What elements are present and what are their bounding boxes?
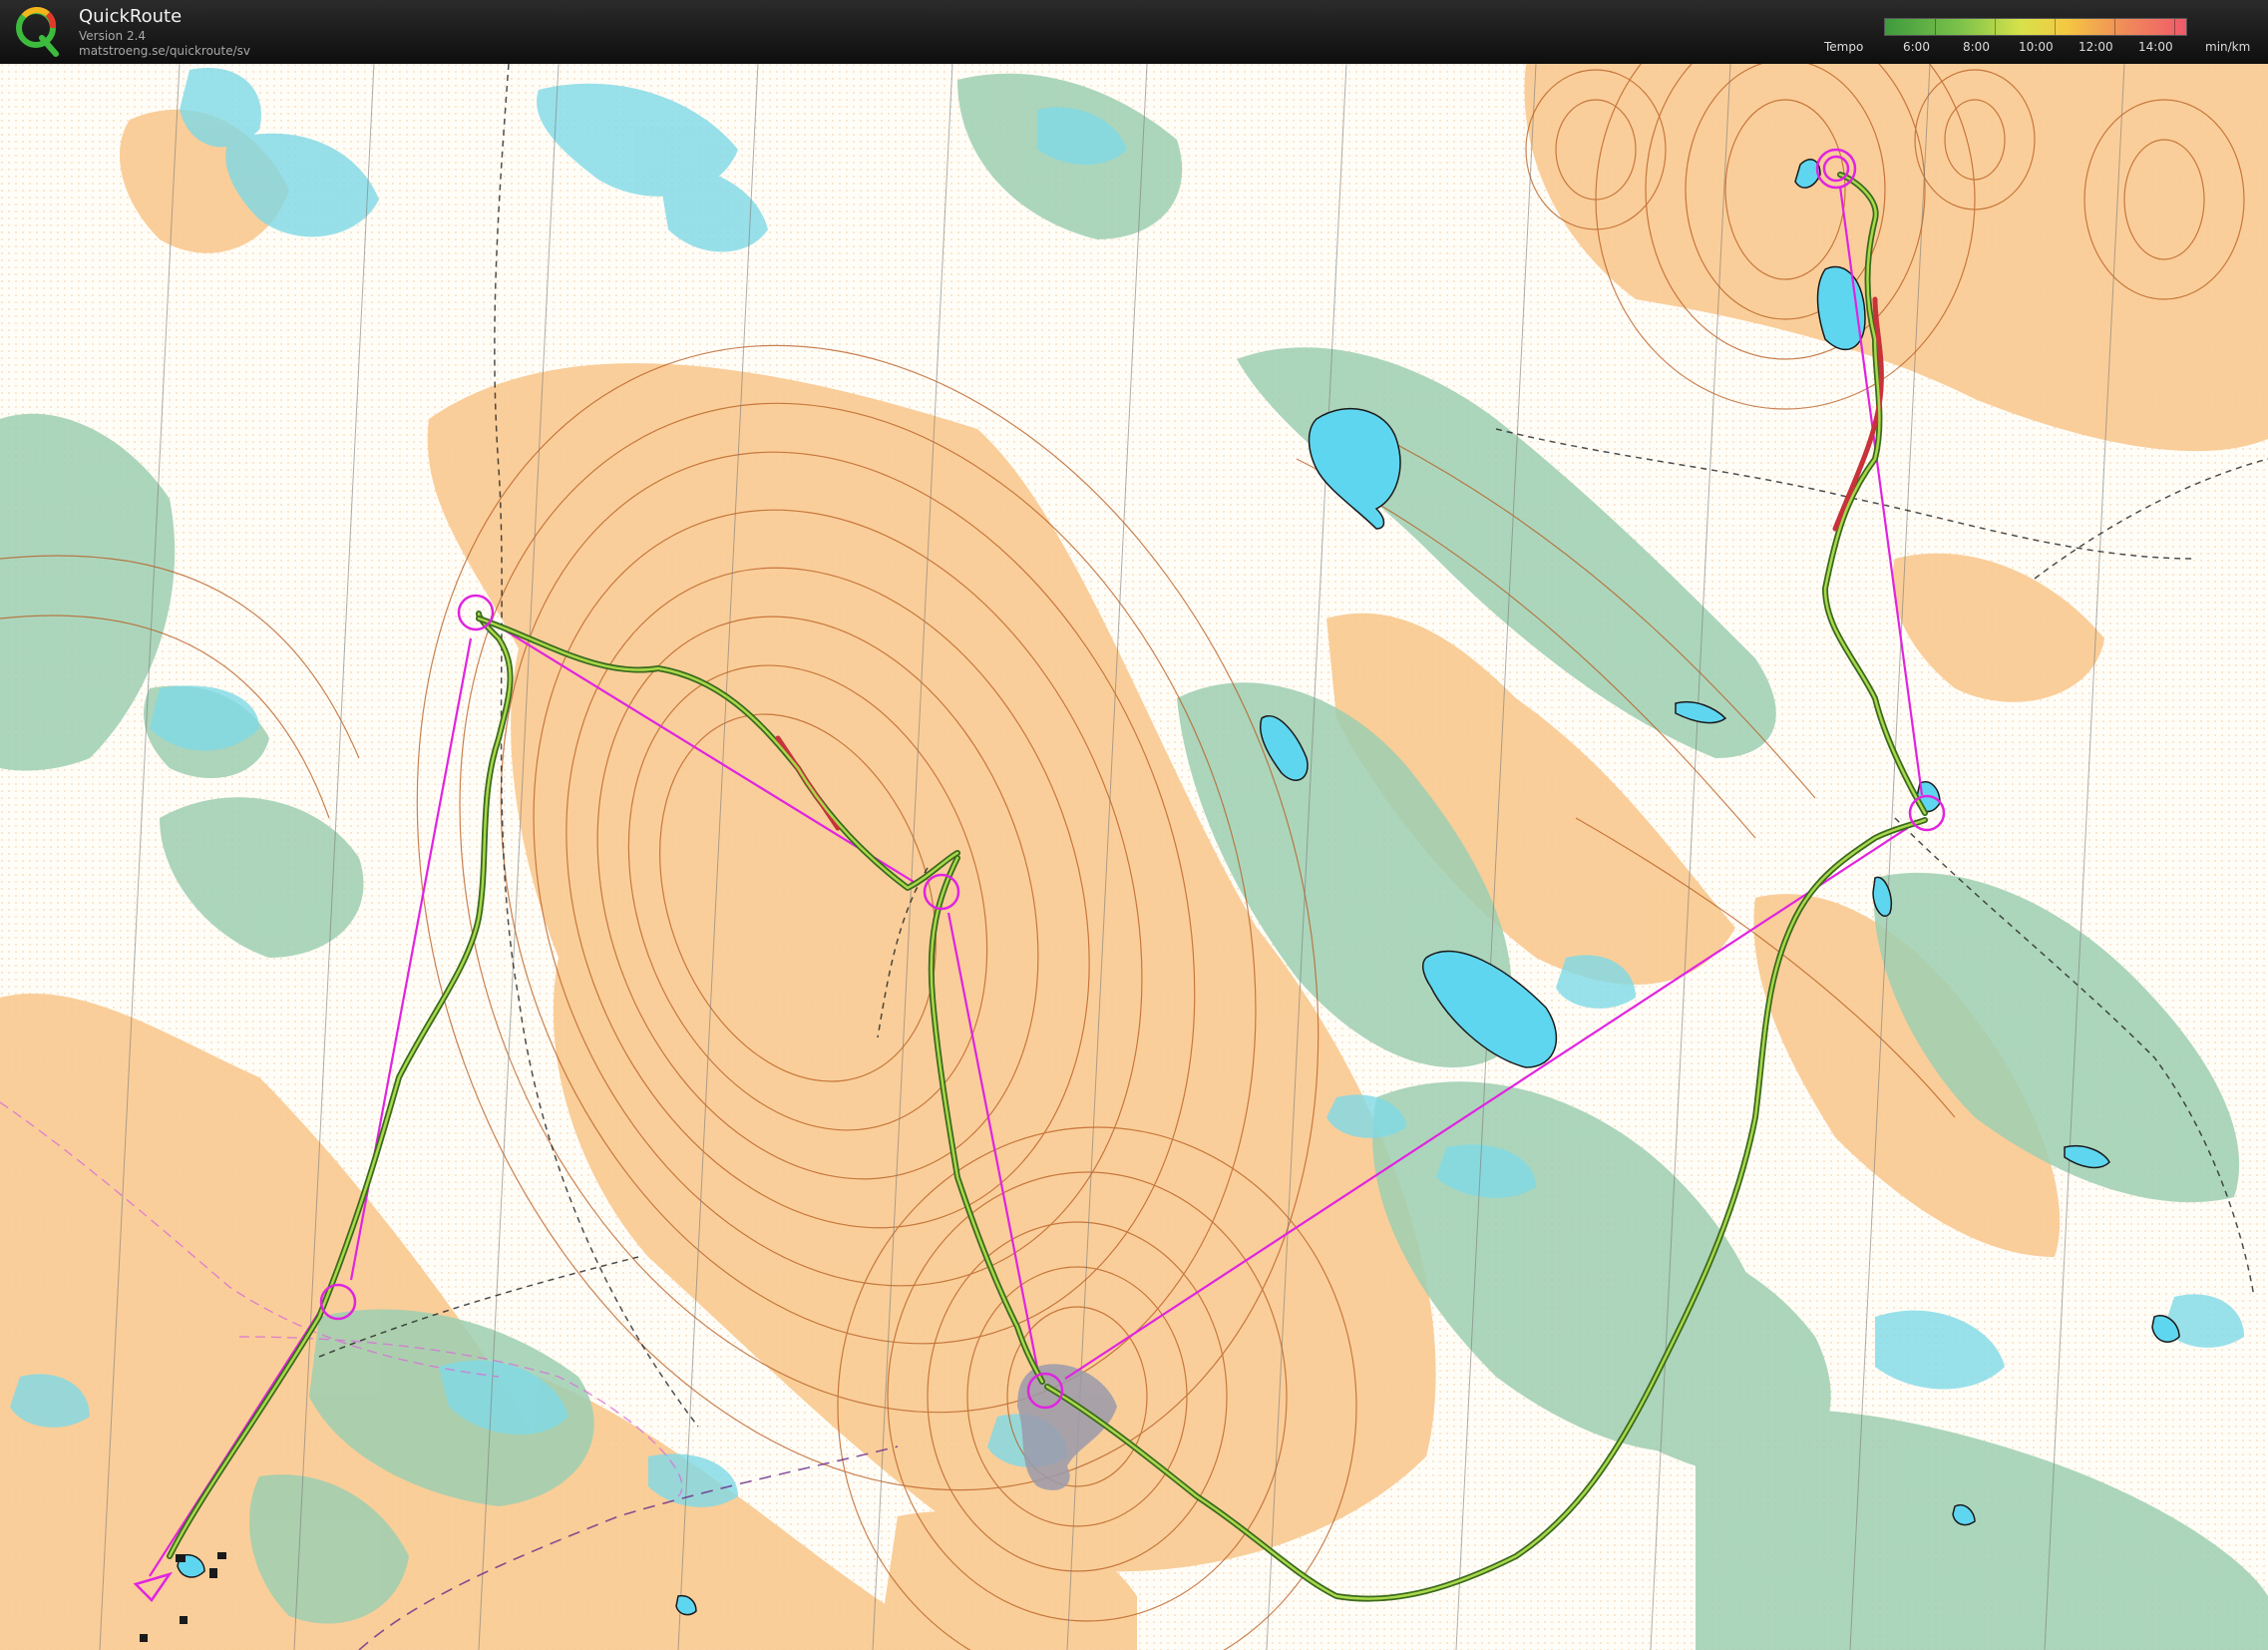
quickroute-logo-icon [16,7,59,57]
tempo-unit: min/km [2205,40,2251,54]
tempo-tick-label: 6:00 [1903,40,1930,54]
app-title: QuickRoute [79,6,183,27]
orienteering-map[interactable] [0,64,2268,1650]
tempo-tick-label: 8:00 [1963,40,1990,54]
tempo-tick-label: 10:00 [2019,40,2054,54]
tempo-tick-label: 12:00 [2079,40,2113,54]
app-url: matstroeng.se/quickroute/sv [79,44,251,58]
app-header: QuickRoute Version 2.4 matstroeng.se/qui… [0,0,2268,64]
tempo-label: Tempo [1824,40,1864,54]
tempo-tick-label: 14:00 [2138,40,2173,54]
app-version: Version 2.4 [79,29,147,43]
tempo-color-scale [1884,18,2187,36]
